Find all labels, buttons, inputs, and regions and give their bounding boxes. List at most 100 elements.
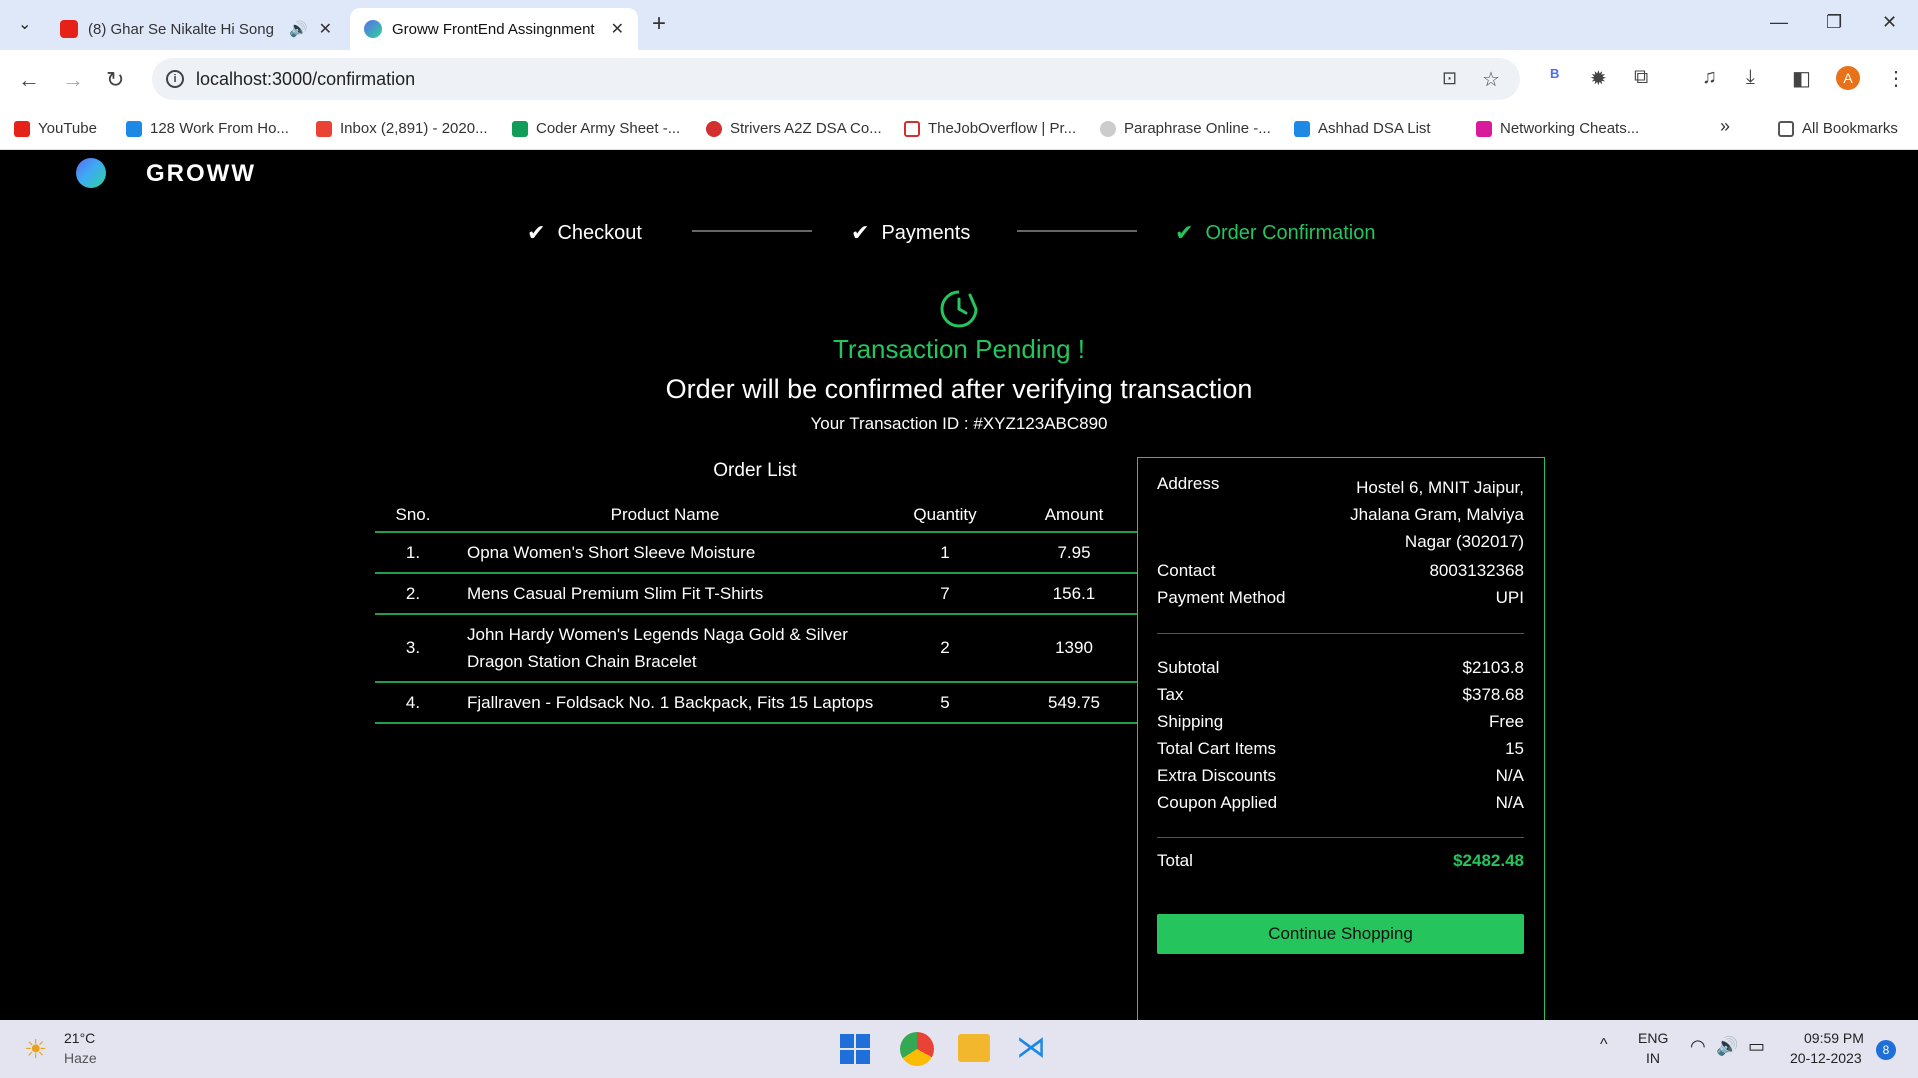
bookmark-label: 128 Work From Ho... [150, 120, 289, 137]
extensions-puzzle-icon[interactable]: ⧉ [1634, 66, 1648, 89]
youtube-icon [60, 20, 78, 38]
tab-youtube[interactable]: (8) Ghar Se Nikalte Hi Song 🔊 ✕ [46, 8, 346, 50]
bug-extension-icon[interactable]: ✹ [1590, 66, 1607, 91]
bookmark-youtube[interactable]: YouTube [14, 120, 97, 137]
summary-contact: Contact 8003132368 [1157, 561, 1524, 581]
close-icon[interactable]: ✕ [611, 19, 624, 39]
tab-search-icon[interactable]: ⌄ [18, 14, 31, 34]
transaction-id: Your Transaction ID : #XYZ123ABC890 [810, 414, 1108, 433]
weather-icon[interactable]: ☀ [24, 1034, 47, 1065]
url-text[interactable]: localhost:3000/confirmation [196, 69, 415, 90]
restore-icon[interactable]: ❐ [1826, 12, 1842, 33]
new-tab-icon[interactable]: + [652, 10, 666, 38]
summary-value: UPI [1495, 588, 1524, 607]
more-bookmarks-icon[interactable]: » [1720, 116, 1730, 137]
summary-label: Coupon Applied [1157, 793, 1278, 812]
tab-title: Groww FrontEnd Assingnment [392, 20, 595, 38]
summary-shipping: Shipping Free [1157, 712, 1524, 732]
bookmark-coder-army[interactable]: Coder Army Sheet -... [512, 120, 680, 137]
tray-chevron-icon[interactable]: ^ [1600, 1036, 1608, 1054]
profile-avatar[interactable]: A [1836, 66, 1860, 90]
close-icon[interactable]: ✕ [319, 19, 332, 39]
vscode-icon[interactable]: ⋊ [1016, 1030, 1046, 1065]
back-icon[interactable]: ← [18, 67, 40, 93]
check-icon: ✔ [527, 220, 546, 245]
cell-quantity: 5 [879, 682, 1011, 724]
bookmark-paraphrase[interactable]: Paraphrase Online -... [1100, 120, 1271, 137]
check-icon: ✔ [1175, 220, 1194, 245]
col-product: Product Name [451, 498, 879, 533]
joboverflow-icon [904, 120, 920, 137]
minimize-icon[interactable]: — [1770, 12, 1788, 33]
clock-date[interactable]: 20-12-2023 [1790, 1050, 1862, 1066]
language-indicator[interactable]: ENG [1638, 1030, 1668, 1046]
weather-condition[interactable]: Haze [64, 1050, 97, 1066]
reload-icon[interactable]: ↻ [106, 67, 124, 93]
download-icon[interactable]: ⤓ [1746, 66, 1755, 89]
bookmark-joboverflow[interactable]: TheJobOverflow | Pr... [904, 120, 1076, 137]
bookmark-networking[interactable]: Networking Cheats... [1476, 120, 1639, 137]
cell-quantity: 2 [879, 614, 1011, 683]
bookmark-site-icon [126, 120, 142, 137]
bookmark-label: Ashhad DSA List [1318, 120, 1431, 137]
speaker-icon[interactable]: 🔊 [289, 20, 308, 38]
extension-b-icon[interactable]: B [1550, 66, 1559, 81]
cell-quantity: 7 [879, 573, 1011, 615]
cell-amount: 1390 [1011, 614, 1137, 683]
bookmark-gmail[interactable]: Inbox (2,891) - 2020... [316, 120, 488, 137]
install-icon[interactable]: ⊡ [1442, 68, 1457, 89]
window-close-icon[interactable]: ✕ [1882, 12, 1897, 33]
bookmark-star-icon[interactable]: ☆ [1482, 67, 1500, 92]
gmail-icon [316, 120, 332, 137]
bookmark-ashhad[interactable]: Ashhad DSA List [1294, 120, 1431, 137]
omnibox[interactable]: i localhost:3000/confirmation ⊡ ☆ [152, 58, 1520, 100]
region-indicator[interactable]: IN [1646, 1050, 1660, 1066]
summary-label: Extra Discounts [1157, 766, 1277, 785]
step-divider [692, 230, 812, 232]
table-row: 1. Opna Women's Short Sleeve Moisture 1 … [375, 532, 1137, 574]
notification-badge[interactable]: 8 [1876, 1040, 1896, 1060]
cell-product: Mens Casual Premium Slim Fit T-Shirts [451, 573, 879, 615]
bookmark-strivers[interactable]: Strivers A2Z DSA Co... [706, 120, 882, 137]
cell-sno: 1. [375, 532, 451, 574]
cell-sno: 2. [375, 573, 451, 615]
groww-logo[interactable] [76, 158, 106, 188]
summary-payment-method: Payment Method UPI [1157, 588, 1524, 608]
summary-divider [1157, 633, 1524, 634]
continue-shopping-button[interactable]: Continue Shopping [1157, 914, 1524, 954]
bookmark-label: Inbox (2,891) - 2020... [340, 120, 488, 137]
all-bookmarks[interactable]: All Bookmarks [1778, 120, 1898, 137]
step-order-confirmation: ✔ Order Confirmation [1175, 220, 1376, 246]
wifi-icon[interactable]: ◠ [1690, 1036, 1706, 1057]
step-label: Order Confirmation [1205, 221, 1376, 244]
tab-title: (8) Ghar Se Nikalte Hi Song [88, 20, 274, 38]
side-panel-icon[interactable]: ◧ [1792, 66, 1811, 91]
cell-quantity: 1 [879, 532, 1011, 574]
step-divider [1017, 230, 1137, 232]
volume-icon[interactable]: 🔊 [1716, 1036, 1738, 1057]
step-checkout: ✔ Checkout [527, 220, 642, 246]
windows-start-icon[interactable] [840, 1034, 870, 1064]
brand-name[interactable]: GROWW [146, 160, 256, 188]
address-bar: ← → ↻ i localhost:3000/confirmation ⊡ ☆ … [0, 50, 1918, 108]
tab-groww[interactable]: Groww FrontEnd Assingnment ✕ [350, 8, 638, 50]
weather-temp[interactable]: 21°C [64, 1030, 95, 1046]
cell-amount: 549.75 [1011, 682, 1137, 724]
file-explorer-icon[interactable] [958, 1034, 990, 1062]
forward-icon[interactable]: → [62, 67, 84, 93]
table-row: 4. Fjallraven - Foldsack No. 1 Backpack,… [375, 682, 1137, 724]
battery-icon[interactable]: ▭ [1748, 1036, 1765, 1057]
col-quantity: Quantity [879, 498, 1011, 533]
menu-icon[interactable]: ⋮ [1886, 66, 1906, 91]
order-summary-panel: Address Hostel 6, MNIT Jaipur, Jhalana G… [1137, 457, 1545, 1022]
youtube-icon [14, 120, 30, 137]
browser-tab-bar: ⌄ (8) Ghar Se Nikalte Hi Song 🔊 ✕ Groww … [0, 0, 1918, 50]
pending-clock-icon [940, 290, 978, 328]
media-control-icon[interactable]: ♫ [1702, 66, 1717, 89]
clock-time[interactable]: 09:59 PM [1804, 1030, 1864, 1046]
bookmark-work[interactable]: 128 Work From Ho... [126, 120, 289, 137]
summary-divider [1157, 837, 1524, 838]
chrome-taskbar-icon[interactable] [900, 1032, 934, 1066]
site-info-icon[interactable]: i [166, 70, 184, 88]
bookmark-label: Paraphrase Online -... [1124, 120, 1271, 137]
